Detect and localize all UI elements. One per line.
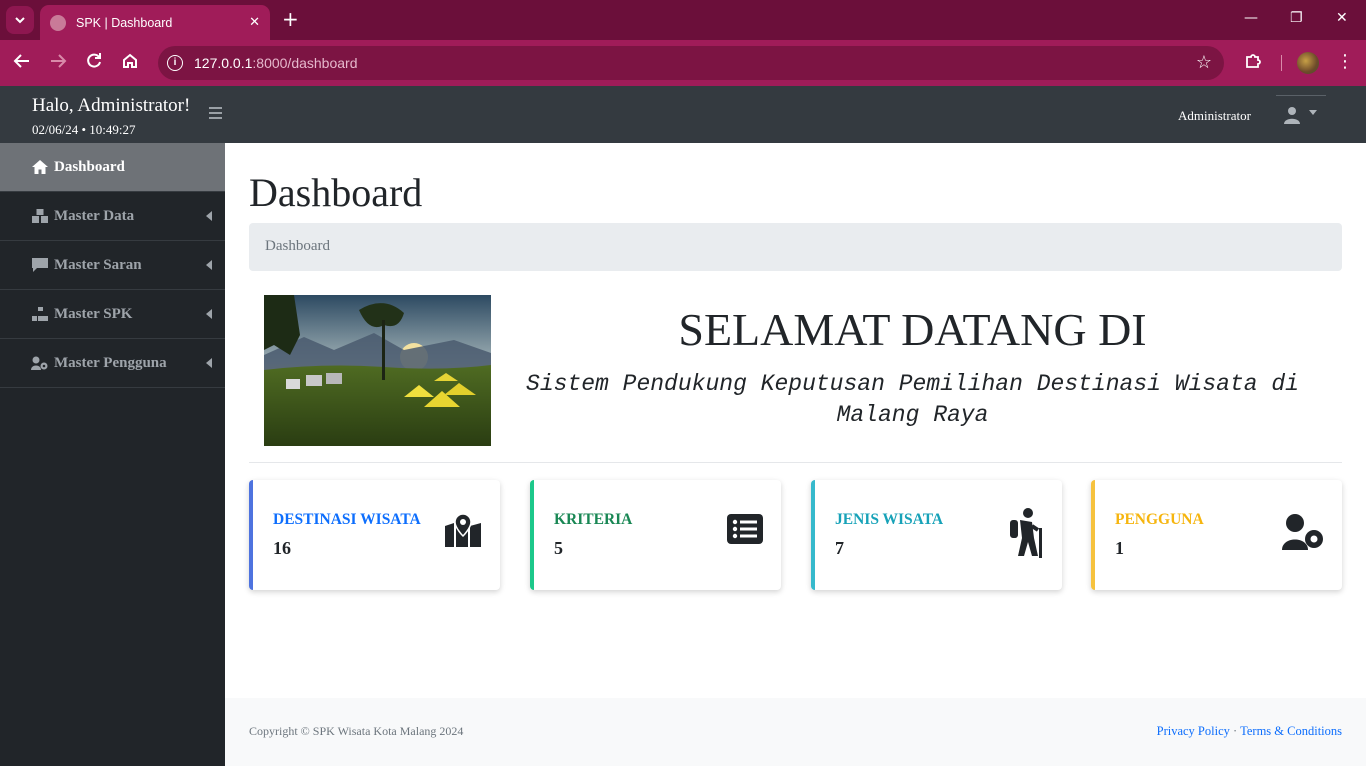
tab-close-icon[interactable]: ✕ — [249, 15, 260, 30]
new-tab-button[interactable]: + — [282, 9, 299, 29]
terms-conditions-link[interactable]: Terms & Conditions — [1240, 724, 1342, 738]
bookmark-star-icon[interactable]: ☆ — [1196, 52, 1212, 73]
user-icon — [1284, 107, 1300, 124]
sidebar-item-label: Master Data — [54, 207, 135, 224]
user-dropdown-button[interactable] — [1276, 95, 1326, 133]
caret-left-icon — [206, 309, 212, 319]
arrow-left-icon — [13, 54, 29, 68]
url-path: :8000/dashboard — [252, 55, 358, 71]
home-outline-icon — [123, 53, 137, 68]
stat-card-label: JENIS WISATA — [835, 511, 944, 528]
chevron-down-icon — [15, 17, 25, 24]
browser-menu-icon[interactable]: ⋮ — [1336, 51, 1354, 72]
page-title: Dashboard — [249, 170, 423, 215]
stat-card-kriteria[interactable]: KRITERIA 5 — [530, 480, 781, 590]
reload-icon — [87, 53, 101, 68]
hero-title: SELAMAT DATANG DI — [678, 304, 1147, 355]
user-cog-icon — [1282, 514, 1324, 555]
sidebar-item-label: Master SPK — [54, 305, 133, 322]
caret-left-icon — [206, 358, 212, 368]
stat-card-value: 1 — [1115, 538, 1124, 558]
stat-card-label: DESTINASI WISATA — [273, 511, 421, 528]
hero-landscape-image — [264, 295, 491, 446]
sidebar-toggle-icon[interactable] — [209, 107, 222, 122]
tab-title: SPK | Dashboard — [76, 15, 173, 30]
reload-button[interactable] — [85, 52, 103, 75]
current-datetime: 02/06/24 • 10:49:27 — [32, 122, 136, 137]
home-icon — [31, 160, 48, 174]
sitemap-icon — [31, 307, 48, 321]
home-button[interactable] — [121, 52, 139, 75]
site-favicon-icon — [50, 14, 66, 31]
caret-left-icon — [206, 260, 212, 270]
stat-card-pengguna[interactable]: PENGGUNA 1 — [1091, 480, 1342, 590]
browser-tab-active[interactable]: SPK | Dashboard ✕ — [40, 5, 270, 40]
sidebar-item-master-spk[interactable]: Master SPK — [0, 290, 225, 339]
back-button[interactable] — [13, 52, 31, 75]
footer-link-separator: · — [1233, 724, 1238, 738]
puzzle-icon — [1246, 54, 1261, 68]
sidebar-item-label: Master Saran — [54, 256, 142, 273]
arrow-right-icon — [51, 54, 67, 68]
site-info-icon[interactable]: i — [167, 55, 183, 71]
browser-tab-bar: SPK | Dashboard ✕ + — ❐ ✕ — [0, 0, 1366, 40]
user-name: Administrator — [1178, 108, 1251, 123]
copyright-text: Copyright © SPK Wisata Kota Malang 2024 — [249, 724, 464, 738]
window-close-button[interactable]: ✕ — [1336, 10, 1348, 26]
stat-card-jenis-wisata[interactable]: JENIS WISATA 7 — [811, 480, 1062, 590]
stat-card-value: 7 — [835, 538, 844, 558]
map-marked-icon — [444, 513, 482, 553]
sidebar-item-dashboard[interactable]: Dashboard — [0, 143, 225, 192]
window-minimize-button[interactable]: — — [1244, 10, 1258, 26]
footer-links: Privacy Policy · Terms & Conditions — [1157, 724, 1342, 739]
stat-card-value: 16 — [273, 538, 291, 558]
caret-down-icon — [1309, 110, 1317, 115]
app-top-navbar: Halo, Administrator! 02/06/24 • 10:49:27… — [0, 86, 1366, 143]
users-cog-icon — [31, 356, 48, 370]
caret-left-icon — [206, 211, 212, 221]
tab-search-button[interactable] — [6, 6, 34, 34]
list-icon — [727, 514, 763, 549]
sidebar-item-label: Dashboard — [54, 158, 125, 175]
greeting-text: Halo, Administrator! — [32, 95, 191, 116]
toolbar-separator — [1281, 55, 1282, 71]
stat-card-destinasi-wisata[interactable]: DESTINASI WISATA 16 — [249, 480, 500, 590]
profile-avatar[interactable] — [1297, 52, 1319, 74]
url-host: 127.0.0.1 — [194, 55, 253, 71]
sidebar-item-master-pengguna[interactable]: Master Pengguna — [0, 339, 225, 388]
forward-button[interactable] — [49, 52, 67, 75]
stat-card-label: PENGGUNA — [1115, 511, 1204, 528]
sidebar-item-master-data[interactable]: Master Data — [0, 192, 225, 241]
address-bar[interactable]: i 127.0.0.1:8000/dashboard ☆ — [158, 46, 1224, 80]
hero-subtitle: Sistem Pendukung Keputusan Pemilihan Des… — [526, 371, 1299, 428]
browser-toolbar: i 127.0.0.1:8000/dashboard ☆ ⋮ — [0, 40, 1366, 86]
window-restore-button[interactable]: ❐ — [1290, 10, 1303, 26]
stat-card-value: 5 — [554, 538, 563, 558]
sidebar-item-master-saran[interactable]: Master Saran — [0, 241, 225, 290]
footer: Copyright © SPK Wisata Kota Malang 2024 … — [225, 698, 1366, 766]
url-text: 127.0.0.1:8000/dashboard — [194, 55, 357, 71]
privacy-policy-link[interactable]: Privacy Policy — [1157, 724, 1230, 738]
cubes-icon — [31, 209, 48, 223]
breadcrumb: Dashboard — [249, 223, 1342, 271]
hiking-icon — [1008, 508, 1044, 563]
divider — [249, 462, 1342, 463]
sidebar: Dashboard Master Data Master Saran Maste… — [0, 143, 225, 766]
stat-card-label: KRITERIA — [554, 511, 633, 528]
extensions-button[interactable] — [1244, 52, 1262, 75]
comment-icon — [31, 258, 48, 272]
sidebar-item-label: Master Pengguna — [54, 354, 167, 371]
main-content: Dashboard Dashboard SELAMAT DATANG DI Si… — [225, 143, 1366, 698]
